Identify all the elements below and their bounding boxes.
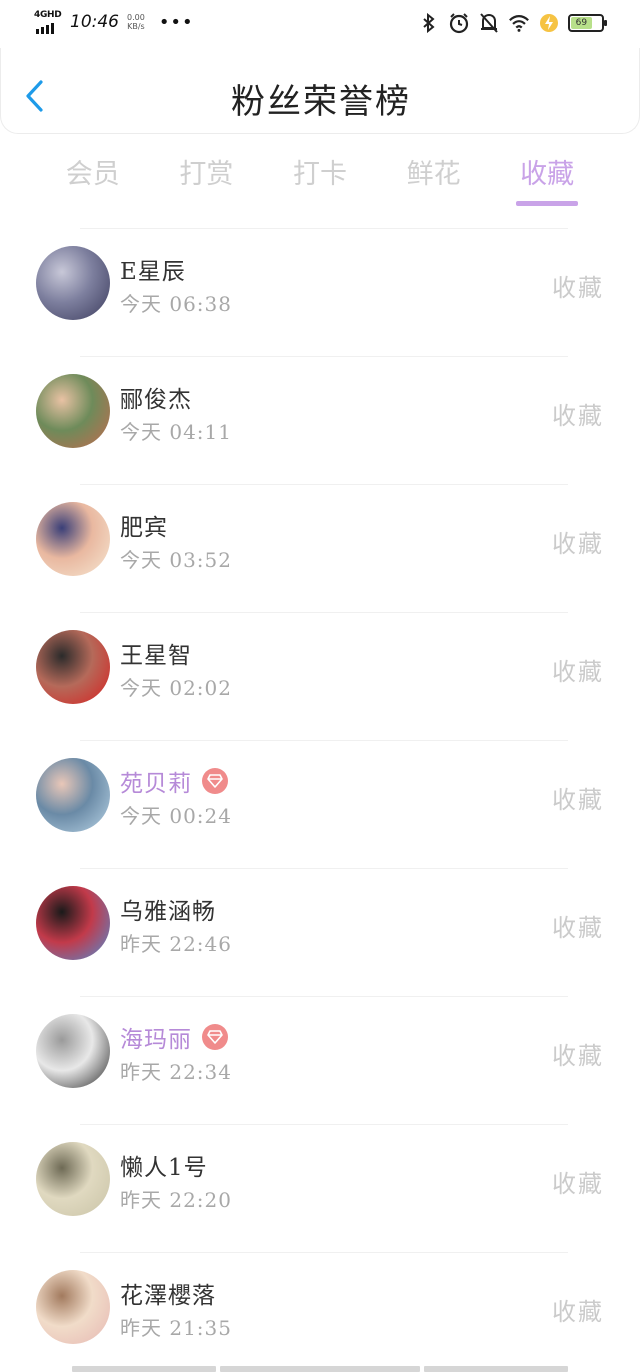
row-divider (80, 1124, 568, 1125)
row-divider (80, 612, 568, 613)
tab-label: 打赏 (179, 159, 234, 190)
status-bar: 4GHD 10:46 0.00 KB/s ••• 69 (0, 0, 640, 48)
fan-row[interactable]: 郦俊杰 今天 04:11 收藏 (0, 356, 640, 484)
fan-name: 懒人1号 (120, 1155, 208, 1181)
action-label: 收藏 (552, 786, 604, 814)
tab-flowers[interactable]: 鲜花 (377, 148, 491, 210)
row-divider (80, 868, 568, 869)
alarm-icon (448, 12, 470, 34)
battery-icon: 69 (568, 14, 607, 32)
action-label: 收藏 (552, 1170, 604, 1198)
charging-icon (538, 12, 560, 34)
row-divider (80, 484, 568, 485)
fan-row[interactable]: 乌雅涵畅 昨天 22:46 收藏 (0, 868, 640, 996)
action-label: 收藏 (552, 530, 604, 558)
fan-row[interactable]: 懒人1号 昨天 22:20 收藏 (0, 1124, 640, 1252)
cellular-signal-icon: 4GHD (34, 10, 62, 34)
fan-row[interactable]: E星辰 今天 06:38 收藏 (0, 228, 640, 356)
fan-name: 花澤櫻落 (120, 1283, 216, 1309)
network-speed: 0.00 KB/s (127, 13, 145, 31)
fan-name: 王星智 (120, 643, 192, 669)
fan-name: 肥宾 (120, 515, 168, 541)
fan-row[interactable]: 王星智 今天 02:02 收藏 (0, 612, 640, 740)
row-divider (80, 1252, 568, 1253)
tab-label: 会员 (65, 159, 120, 190)
row-divider (80, 356, 568, 357)
action-label: 收藏 (552, 914, 604, 942)
mute-bell-icon (478, 12, 500, 34)
battery-level: 69 (571, 17, 592, 29)
tab-favorites[interactable]: 收藏 (490, 148, 604, 210)
row-divider (80, 228, 568, 229)
avatar[interactable] (36, 630, 110, 704)
more-notifications-icon: ••• (158, 11, 194, 33)
fan-time: 昨天 22:46 (120, 932, 232, 956)
row-divider (80, 740, 568, 741)
fan-time: 昨天 21:35 (120, 1316, 232, 1340)
tab-reward[interactable]: 打赏 (150, 148, 264, 210)
fan-name: 苑贝莉 (120, 771, 192, 797)
fan-name: 郦俊杰 (120, 387, 192, 413)
fan-time: 今天 03:52 (120, 548, 232, 572)
avatar[interactable] (36, 1014, 110, 1088)
category-tabs: 会员 打赏 打卡 鲜花 收藏 (36, 148, 604, 210)
fan-time: 昨天 22:34 (120, 1060, 232, 1084)
tab-checkin[interactable]: 打卡 (263, 148, 377, 210)
fan-time: 昨天 22:20 (120, 1188, 232, 1212)
fan-name: 海玛丽 (120, 1027, 192, 1053)
clock: 10:46 (70, 12, 119, 32)
row-divider (80, 996, 568, 997)
action-label: 收藏 (552, 658, 604, 686)
fan-time: 今天 02:02 (120, 676, 232, 700)
avatar[interactable] (36, 502, 110, 576)
fan-time: 今天 06:38 (120, 292, 232, 316)
fan-row[interactable]: 花澤櫻落 昨天 21:35 收藏 (0, 1252, 640, 1372)
fan-time: 今天 00:24 (120, 804, 232, 828)
fan-row[interactable]: 肥宾 今天 03:52 收藏 (0, 484, 640, 612)
action-label: 收藏 (552, 1042, 604, 1070)
tab-membership[interactable]: 会员 (36, 148, 150, 210)
action-label: 收藏 (552, 402, 604, 430)
network-speed-unit: KB/s (127, 22, 145, 31)
bluetooth-icon (418, 12, 440, 34)
bottom-scrollbar (72, 1366, 568, 1372)
tab-label: 打卡 (292, 159, 347, 190)
fan-time: 今天 04:11 (120, 420, 232, 444)
active-tab-indicator (516, 201, 579, 206)
avatar[interactable] (36, 1142, 110, 1216)
fan-name: 乌雅涵畅 (120, 899, 216, 925)
app-header: 粉丝荣誉榜 (0, 48, 640, 134)
fan-row[interactable]: 海玛丽 昨天 22:34 收藏 (0, 996, 640, 1124)
fan-list: E星辰 今天 06:38 收藏 郦俊杰 今天 04:11 收藏 肥宾 今天 03… (0, 228, 640, 1372)
network-type-label: 4GHD (34, 10, 62, 20)
avatar[interactable] (36, 1270, 110, 1344)
tab-label: 鲜花 (406, 159, 461, 190)
diamond-vip-icon (202, 768, 228, 794)
avatar[interactable] (36, 374, 110, 448)
page-title: 粉丝荣誉榜 (231, 82, 411, 122)
wifi-icon (508, 12, 530, 34)
diamond-vip-icon (202, 1024, 228, 1050)
avatar[interactable] (36, 886, 110, 960)
avatar[interactable] (36, 246, 110, 320)
fan-row[interactable]: 苑贝莉 今天 00:24 收藏 (0, 740, 640, 868)
network-speed-value: 0.00 (127, 13, 145, 22)
avatar[interactable] (36, 758, 110, 832)
fan-name: E星辰 (120, 259, 186, 285)
action-label: 收藏 (552, 1298, 604, 1326)
action-label: 收藏 (552, 274, 604, 302)
